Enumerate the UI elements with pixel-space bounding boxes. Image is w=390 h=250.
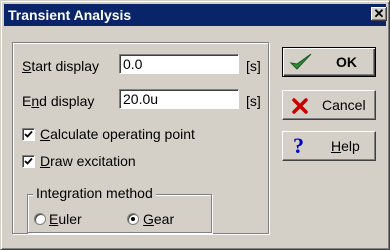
start-display-input[interactable]: 0.0 — [119, 54, 239, 74]
svg-text:?: ? — [293, 135, 304, 157]
checkmark-icon — [24, 157, 33, 165]
radio-selected-dot — [131, 217, 135, 221]
checkmark-icon — [289, 53, 312, 70]
draw-excitation-label[interactable]: Draw excitation — [40, 153, 136, 169]
cancel-button[interactable]: Cancel — [282, 90, 376, 120]
ok-label: OK — [336, 54, 357, 70]
ok-button[interactable]: OK — [282, 47, 376, 77]
start-display-label: Start display — [22, 58, 100, 74]
euler-label[interactable]: Euler — [49, 211, 82, 227]
integration-method-title: Integration method — [33, 185, 156, 201]
question-icon: ? — [293, 135, 304, 157]
dialog-title: Transient Analysis — [8, 7, 132, 23]
help-label: Help — [331, 138, 360, 154]
end-display-input[interactable]: 20.0u — [119, 89, 239, 109]
help-button[interactable]: ? Help — [282, 131, 376, 161]
transient-analysis-dialog: Transient Analysis ✕ Start display 0.0 [… — [0, 0, 390, 250]
calculate-operating-point-checkbox[interactable] — [22, 128, 35, 141]
end-display-label: End display — [22, 93, 95, 109]
gear-label[interactable]: Gear — [143, 211, 174, 227]
draw-excitation-checkbox[interactable] — [22, 155, 35, 168]
x-icon — [292, 98, 308, 114]
end-display-unit: [s] — [246, 93, 261, 109]
start-display-unit: [s] — [246, 58, 261, 74]
cancel-label: Cancel — [322, 97, 366, 113]
checkmark-icon — [24, 130, 33, 138]
calculate-operating-point-label[interactable]: Calculate operating point — [40, 126, 195, 142]
gear-radio[interactable] — [127, 213, 139, 225]
close-icon: ✕ — [373, 6, 385, 21]
euler-radio[interactable] — [34, 213, 46, 225]
title-bar[interactable]: Transient Analysis ✕ — [4, 4, 387, 26]
close-button[interactable]: ✕ — [371, 7, 387, 21]
